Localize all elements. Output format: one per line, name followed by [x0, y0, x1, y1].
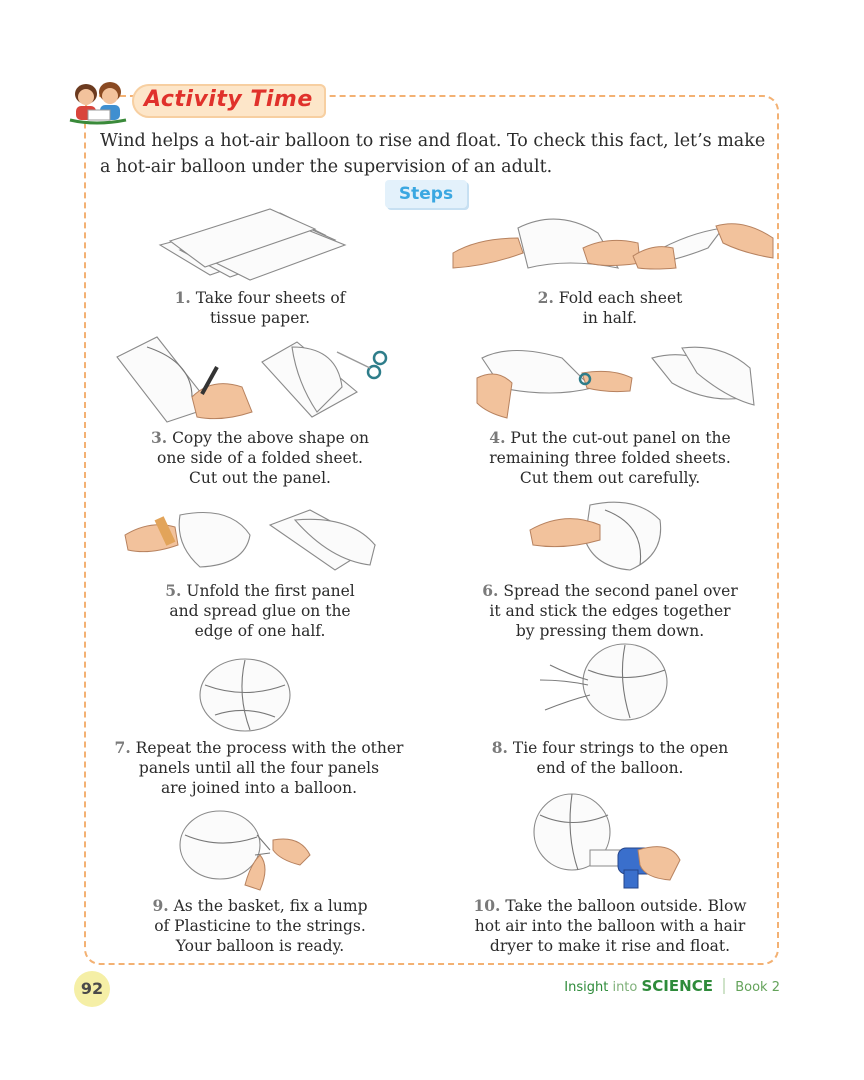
- hair-dryer-balloon-illustration: [533, 793, 681, 889]
- sticking-panels-illustration: [529, 501, 662, 571]
- step-4-caption: 4. Put the cut-out panel on the remainin…: [489, 428, 731, 487]
- step-5-caption: 5. Unfold the first panel and spread glu…: [165, 581, 355, 640]
- page-number: 92: [74, 971, 110, 1007]
- folding-sheet-illustration: [452, 218, 774, 270]
- kids-reading-icon: [69, 82, 127, 125]
- footer-series: Insight into SCIENCE Book 2: [564, 977, 780, 995]
- series-into: into: [612, 980, 638, 995]
- book-label: Book 2: [735, 980, 780, 995]
- step-3-caption: 3. Copy the above shape on one side of a…: [150, 428, 370, 487]
- title-pill: Activity Time: [132, 84, 326, 118]
- activity-title: Activity Time: [144, 87, 313, 112]
- plasticine-basket-illustration: [179, 810, 311, 891]
- cut-out-panels-illustration: [476, 346, 755, 419]
- step-8-caption: 8. Tie four strings to the open end of t…: [491, 738, 729, 777]
- step-2-caption: 2. Fold each sheet in half.: [537, 288, 683, 327]
- spreading-glue-illustration: [124, 509, 377, 571]
- steps-label: Steps: [385, 180, 467, 208]
- intro-text: Wind helps a hot-air balloon to rise and…: [100, 131, 766, 177]
- series-insight: Insight: [564, 980, 609, 995]
- footer-divider: [723, 978, 726, 994]
- step-7-caption: 7. Repeat the process with the other pan…: [114, 738, 404, 797]
- series-science: SCIENCE: [641, 977, 713, 995]
- step-10-caption: 10. Take the balloon outside. Blow hot a…: [473, 896, 747, 955]
- balloon-with-strings-illustration: [540, 643, 668, 721]
- step-1-caption: 1. Take four sheets of tissue paper.: [174, 288, 346, 327]
- balloon-shape-illustration: [199, 658, 291, 732]
- activity-header: Activity Time: [66, 80, 336, 128]
- copy-and-cut-shape-illustration: [116, 336, 388, 423]
- tissue-paper-sheets-illustration: [158, 208, 347, 281]
- step-6-caption: 6. Spread the second panel over it and s…: [482, 581, 738, 640]
- step-9-caption: 9. As the basket, fix a lump of Plastici…: [152, 896, 368, 955]
